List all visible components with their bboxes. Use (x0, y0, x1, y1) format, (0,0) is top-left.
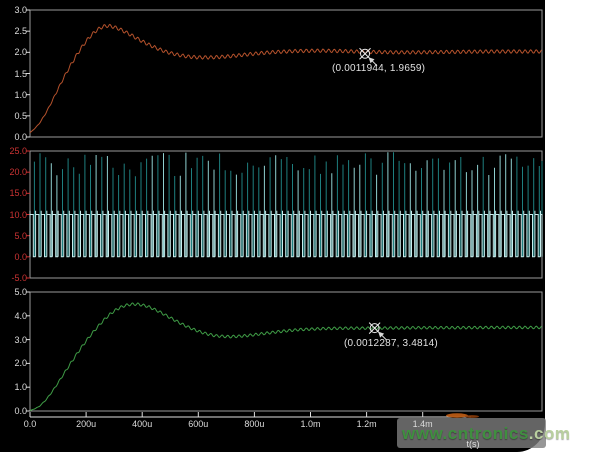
bottom-step-response-trace (30, 303, 542, 411)
cursor-annotation-bottom: (0.0012287, 3.4814) (344, 338, 438, 349)
y-axis-label: 0.0 (0, 406, 27, 416)
panel-frame-0 (30, 10, 542, 137)
x-axis-label: 200u (68, 419, 104, 430)
y-axis-label: 5.0 (0, 231, 27, 241)
y-axis-label: 0.0 (0, 252, 27, 262)
y-axis-label: 2.0 (0, 47, 27, 57)
y-axis-label: 15.0 (0, 188, 27, 198)
watermark-main-text: www.cntronics (402, 424, 529, 443)
waveform-svg (0, 0, 545, 452)
y-axis-label: 25.0 (0, 146, 27, 156)
y-axis-label: 3.0 (0, 5, 27, 15)
x-axis-label: 600u (180, 419, 216, 430)
watermark-suffix-text: .com (529, 424, 571, 443)
y-axis-label: 20.0 (0, 167, 27, 177)
cursor-annotation-top: (0.0011944, 1.9659) (332, 63, 425, 74)
x-axis-label: 1.2m (349, 419, 385, 430)
y-axis-label: 0.0 (0, 132, 27, 142)
watermark: www.cntronics.com (402, 424, 570, 444)
y-axis-label: 2.5 (0, 26, 27, 36)
waveform-viewer: (0.0011944, 1.9659) (0.0012287, 3.4814) … (0, 0, 545, 452)
y-axis-label: 4.0 (0, 311, 27, 321)
panel-frame-2 (30, 292, 542, 411)
y-axis-label: 2.0 (0, 358, 27, 368)
y-axis-label: 3.0 (0, 335, 27, 345)
y-axis-label: 1.0 (0, 382, 27, 392)
top-step-response-trace (30, 24, 542, 132)
x-axis-label: 0.0 (12, 419, 48, 430)
y-axis-label: -5.0 (0, 273, 27, 283)
y-axis-label: 1.5 (0, 69, 27, 79)
x-axis-label: 400u (124, 419, 160, 430)
switching-pulse-train (30, 211, 542, 257)
x-axis-label: 800u (236, 419, 272, 430)
y-axis-label: 10.0 (0, 210, 27, 220)
y-axis-label: 1.0 (0, 90, 27, 100)
y-axis-label: 5.0 (0, 287, 27, 297)
x-axis-label: 1.0m (293, 419, 329, 430)
y-axis-label: 0.5 (0, 111, 27, 121)
